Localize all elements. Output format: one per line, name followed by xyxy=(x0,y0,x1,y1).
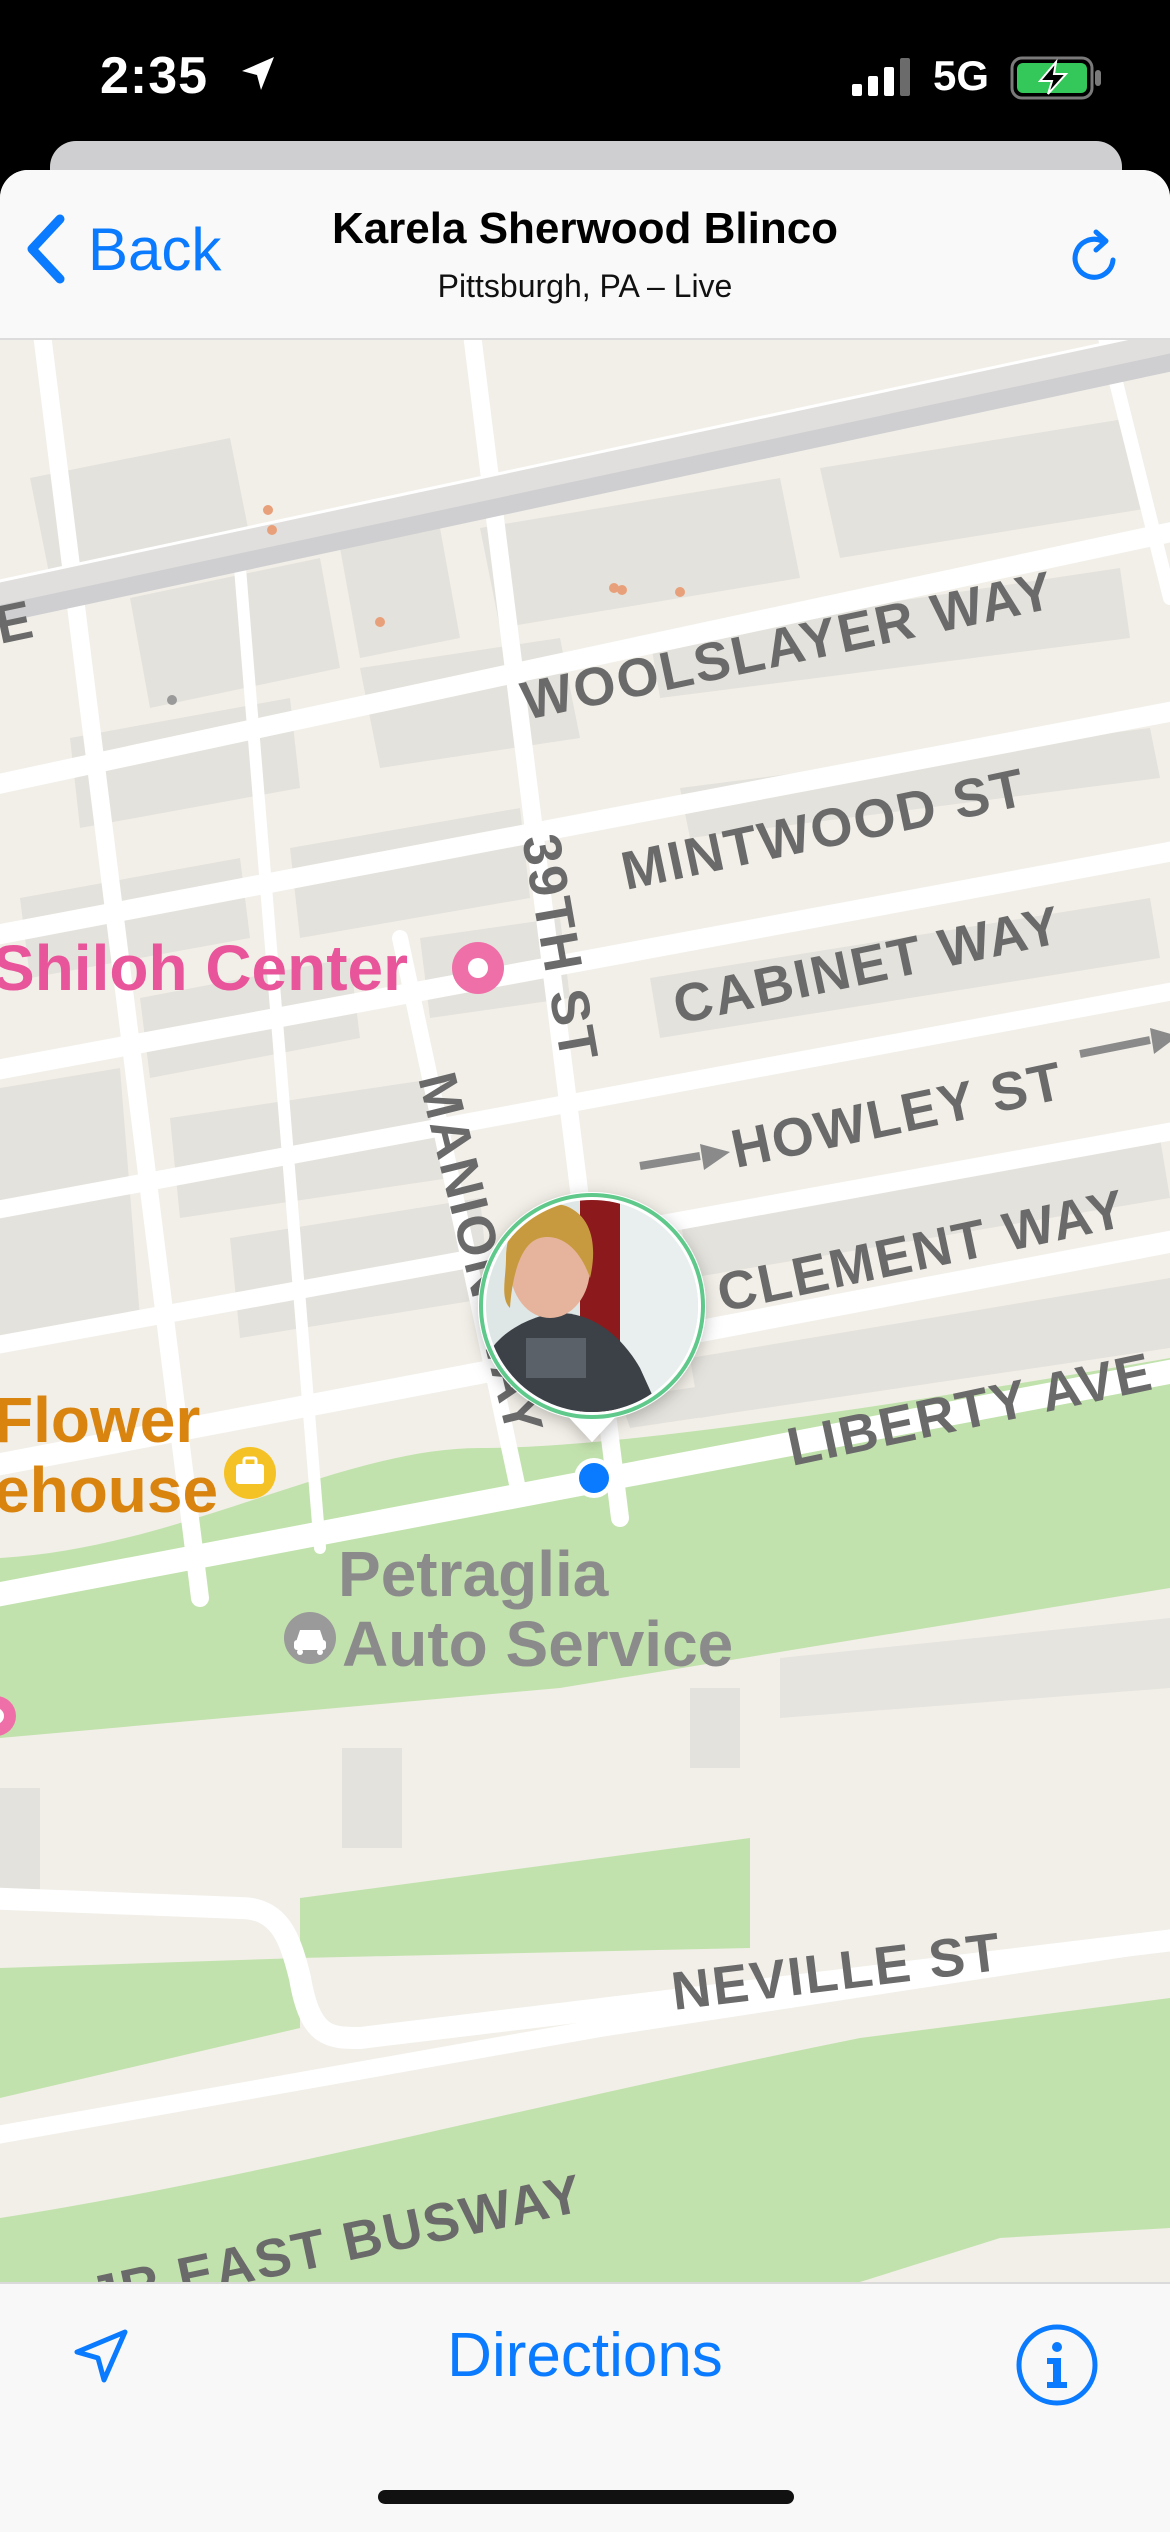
poi-label-flower-2[interactable]: ehouse xyxy=(0,1454,218,1526)
location-arrow-icon xyxy=(238,54,278,99)
poi-pin-shiloh[interactable] xyxy=(452,942,504,994)
map-canvas[interactable]: WOOLSLAYER WAY MINTWOOD ST 39TH ST CABIN… xyxy=(0,309,1170,2348)
poi-label-petraglia-2[interactable]: Auto Service xyxy=(342,1608,733,1680)
current-location-dot[interactable] xyxy=(579,1463,609,1493)
poi-label-shiloh[interactable]: Shiloh Center xyxy=(0,932,408,1004)
map-dot xyxy=(167,695,177,705)
navigation-bar: Back Karela Sherwood Blinco Pittsburgh, … xyxy=(0,170,1170,340)
directions-button[interactable]: Directions xyxy=(447,2321,723,2390)
person-sheet: Back Karela Sherwood Blinco Pittsburgh, … xyxy=(0,170,1170,2532)
info-button[interactable] xyxy=(1014,2322,1100,2413)
avatar-photo xyxy=(486,1200,698,1412)
poi-label-petraglia[interactable]: Petraglia xyxy=(338,1538,609,1610)
location-subtitle: Pittsburgh, PA – Live xyxy=(437,268,733,304)
refresh-button[interactable] xyxy=(1066,226,1124,293)
info-icon xyxy=(1016,2324,1098,2406)
status-time: 2:35 xyxy=(100,47,209,105)
battery-charging-icon xyxy=(1010,56,1104,105)
briefcase-icon[interactable] xyxy=(224,1447,276,1499)
refresh-icon xyxy=(1072,229,1116,280)
person-name: Karela Sherwood Blinco xyxy=(331,204,839,253)
status-bar: 2:35 5G xyxy=(0,0,1170,150)
signal-bars-icon xyxy=(852,58,914,101)
poi-label-flower[interactable]: Flower xyxy=(0,1384,200,1456)
network-type: 5G xyxy=(933,52,990,99)
directions-container: Directions xyxy=(0,2320,1170,2391)
home-indicator[interactable] xyxy=(378,2490,794,2504)
car-service-icon[interactable] xyxy=(284,1612,336,1664)
map-view[interactable]: WOOLSLAYER WAY MINTWOOD ST 39TH ST CABIN… xyxy=(0,309,1170,2348)
